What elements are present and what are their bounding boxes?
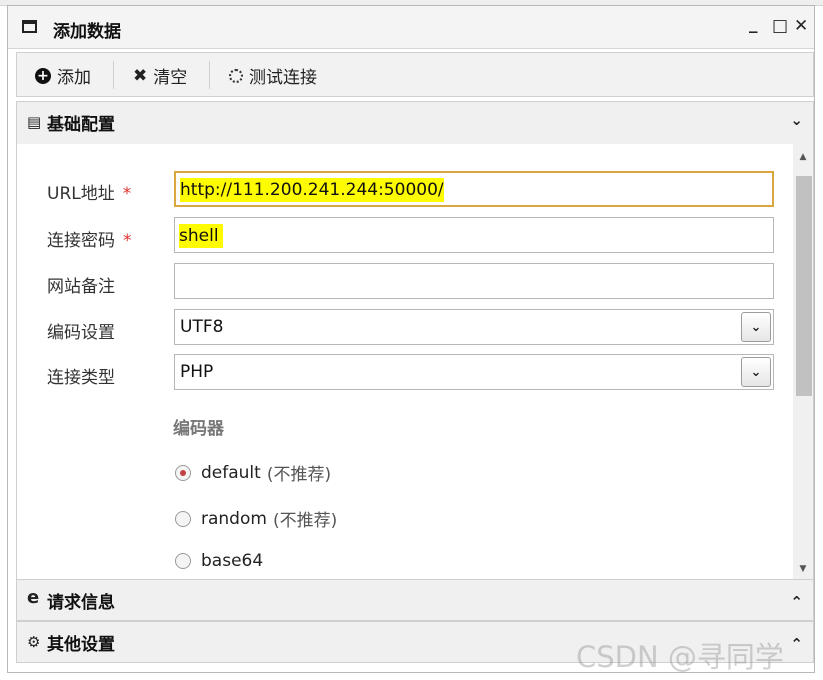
add-button[interactable]: + 添加 [35, 63, 91, 88]
password-value: shell [179, 224, 223, 248]
encoder-title: 编码器 [173, 419, 224, 439]
encoding-label: 编码设置 [47, 323, 115, 343]
url-input[interactable]: http://111.200.241.244:50000/ [174, 171, 774, 207]
plus-circle-icon: + [35, 67, 51, 84]
document-icon: ▤ [27, 113, 42, 131]
ie-icon: e [27, 587, 40, 608]
section-request-title: 请求信息 [47, 593, 115, 613]
note-label: 网站备注 [47, 277, 115, 297]
type-label: 连接类型 [47, 368, 115, 388]
toolbar: + 添加 ✖ 清空 测试连接 [16, 52, 814, 97]
chevron-down-icon[interactable]: ⌄ [790, 111, 803, 129]
url-value: http://111.200.241.244:50000/ [180, 178, 444, 202]
encoder-option-random[interactable]: random (不推荐) [175, 506, 337, 531]
scroll-thumb[interactable] [796, 176, 812, 396]
required-marker: * [123, 231, 132, 251]
toolbar-divider [113, 61, 114, 89]
minimize-button[interactable]: _ [749, 14, 758, 34]
test-connection-button[interactable]: 测试连接 [229, 63, 317, 88]
encoder-name: default [201, 462, 261, 483]
password-input[interactable]: shell [174, 217, 774, 253]
title-bar: 添加数据 _ □ ✕ [8, 6, 814, 49]
radio-button[interactable] [175, 510, 191, 527]
test-connection-label: 测试连接 [249, 68, 317, 88]
scroll-down-icon[interactable]: ▼ [793, 560, 813, 578]
chevron-down-icon[interactable]: ⌄ [741, 357, 771, 387]
encoding-value: UTF8 [180, 317, 224, 337]
radio-button[interactable] [175, 553, 191, 569]
chevron-up-icon[interactable]: ⌃ [790, 593, 803, 611]
clear-button-label: 清空 [153, 68, 188, 88]
gears-icon: ⚙ [27, 633, 41, 651]
scroll-up-icon[interactable]: ▲ [793, 148, 813, 166]
type-select[interactable]: PHP ⌄ [174, 354, 774, 390]
section-basic-title: 基础配置 [47, 115, 115, 135]
encoding-select[interactable]: UTF8 ⌄ [174, 309, 774, 345]
radio-button[interactable] [175, 464, 191, 481]
section-request-info[interactable]: e 请求信息 ⌃ [16, 579, 814, 621]
add-data-window: 添加数据 _ □ ✕ + 添加 ✖ 清空 测试连接 ▤ 基础配置 ⌄ URL地址… [7, 5, 815, 673]
note-input[interactable] [174, 263, 774, 299]
close-button[interactable]: ✕ [794, 16, 808, 36]
encoder-option-base64[interactable]: base64 [175, 551, 263, 571]
encoder-name: random [201, 508, 267, 529]
url-label: URL地址 * [47, 184, 132, 204]
type-value: PHP [180, 362, 214, 382]
password-label: 连接密码 * [47, 231, 132, 251]
chevron-down-icon[interactable]: ⌄ [741, 312, 771, 342]
maximize-button[interactable]: □ [772, 16, 788, 36]
encoder-desc: (不推荐) [266, 465, 332, 485]
window-title: 添加数据 [53, 22, 121, 42]
section-other-title: 其他设置 [47, 635, 115, 655]
spinner-icon [229, 68, 243, 83]
x-icon: ✖ [133, 65, 148, 86]
basic-config-form: URL地址 * http://111.200.241.244:50000/ 连接密… [16, 144, 814, 580]
encoder-name: base64 [201, 551, 264, 571]
add-button-label: 添加 [57, 68, 91, 88]
encoder-desc: (不推荐) [272, 511, 338, 531]
form-scrollbar[interactable]: ▲ ▼ [793, 144, 813, 580]
watermark: CSDN @寻同学 [576, 640, 784, 674]
window-icon [22, 20, 37, 33]
chevron-up-icon[interactable]: ⌃ [790, 635, 803, 653]
clear-button[interactable]: ✖ 清空 [133, 63, 188, 89]
section-basic-config[interactable]: ▤ 基础配置 ⌄ [16, 101, 814, 145]
encoder-option-default[interactable]: default (不推荐) [175, 460, 331, 485]
required-marker: * [122, 184, 132, 204]
toolbar-divider [209, 61, 210, 89]
